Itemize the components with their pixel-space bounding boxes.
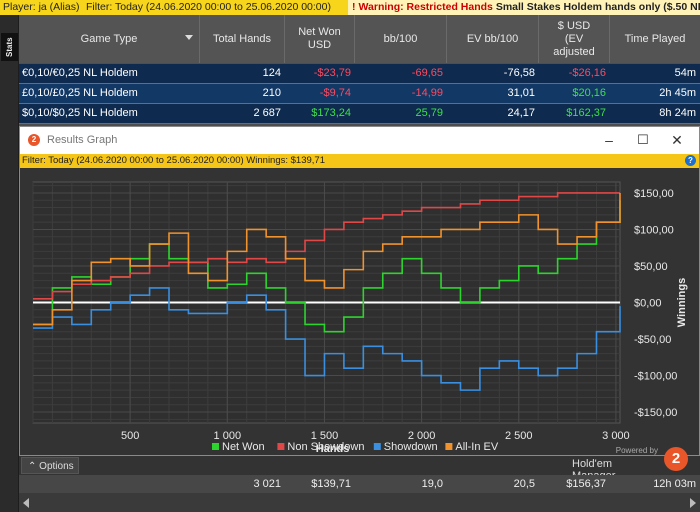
scroll-left-icon[interactable]	[23, 498, 29, 508]
powered-by-label: Powered by	[615, 446, 658, 455]
summary-total-hands: 3 021	[253, 478, 281, 490]
chevron-down-icon[interactable]	[185, 35, 193, 40]
cell-net-won: $173,24	[311, 107, 351, 119]
window-title: Results Graph	[47, 134, 118, 146]
app-root: Player: ja (Alias) Filter: Today (24.06.…	[0, 0, 700, 512]
cell-total-hands: 210	[262, 87, 281, 99]
table-row[interactable]: £0,10/£0,25 NL Holdem 210 -$9,74 -14,99 …	[19, 84, 700, 104]
x-tick-label: 3 000	[602, 430, 630, 442]
summary-usd-ev: $156,37	[566, 478, 606, 490]
maximize-icon[interactable]: ☐	[634, 131, 652, 149]
filter-label[interactable]: Filter: Today (24.06.2020 00:00 to 25.06…	[86, 0, 331, 15]
cell-ev-bb100: 31,01	[507, 87, 535, 99]
chevron-up-icon: ⌃	[28, 461, 37, 472]
close-icon[interactable]: ✕	[668, 131, 686, 149]
col-header-label: Game Type	[80, 32, 138, 45]
legend-label: Showdown	[384, 441, 438, 453]
branding: Powered by Hold'em Manager 2	[572, 442, 692, 482]
col-header-game-type[interactable]: Game Type	[19, 15, 200, 63]
help-icon[interactable]: ?	[685, 155, 696, 166]
cell-usd-ev: $20,16	[572, 87, 606, 99]
options-label: Options	[39, 461, 74, 472]
player-label[interactable]: Player: ja (Alias)	[3, 0, 79, 15]
summary-net-won: $139,71	[311, 478, 351, 490]
y-tick-label: -$100,00	[634, 371, 677, 383]
warning-icon: !	[352, 1, 356, 13]
col-header-label: EV bb/100	[466, 32, 519, 45]
col-header-label: Net Won USD	[298, 26, 341, 51]
y-tick-label: -$50,00	[634, 334, 671, 346]
y-tick-label: $150,00	[634, 188, 674, 200]
legend-swatch	[373, 443, 381, 450]
cell-net-won: -$23,79	[313, 67, 351, 79]
col-header-label: $ USD (EV adjusted	[553, 19, 595, 58]
summary-ev-bb100: 20,5	[513, 478, 535, 490]
filter-bar[interactable]: Player: ja (Alias) Filter: Today (24.06.…	[0, 0, 700, 15]
cell-time-played: 8h 24m	[659, 107, 696, 119]
col-header-net-won[interactable]: Net Won USD	[285, 15, 355, 63]
scroll-right-icon[interactable]	[690, 498, 696, 508]
graph-body: 500 1 000 1 500 2 000 2 500 3 000 $150,00 $100,…	[20, 168, 699, 455]
y-tick-label: $0,00	[634, 298, 662, 310]
warning-detail: Small Stakes Holdem hands only ($.50 NL,…	[495, 1, 700, 13]
cell-time-played: 2h 45m	[659, 87, 696, 99]
summary-row: 3 021 $139,71 19,0 20,5 $156,37 12h 03m	[19, 475, 700, 493]
col-header-bb100[interactable]: bb/100	[355, 15, 447, 63]
y-tick-label: $100,00	[634, 224, 674, 236]
cell-total-hands: 2 687	[253, 107, 281, 119]
minimize-icon[interactable]: –	[600, 131, 618, 149]
summary-time-played: 12h 03m	[653, 478, 696, 490]
cell-net-won: -$9,74	[319, 87, 351, 99]
options-button[interactable]: ⌃ Options	[21, 457, 79, 474]
window-titlebar[interactable]: 2 Results Graph – ☐ ✕	[20, 127, 699, 154]
col-header-total-hands[interactable]: Total Hands	[200, 15, 285, 63]
table-row[interactable]: €0,10/€0,25 NL Holdem 124 -$23,79 -69,65…	[19, 64, 700, 84]
hm-logo-icon: 2	[664, 447, 688, 471]
col-header-label: Total Hands	[212, 32, 272, 45]
table-row[interactable]: $0,10/$0,25 NL Holdem 2 687 $173,24 25,7…	[19, 104, 700, 124]
col-header-time-played[interactable]: Time Played	[610, 15, 700, 63]
app-logo-icon: 2	[28, 134, 40, 146]
legend-swatch	[212, 443, 219, 450]
legend-label: Non Showdown	[287, 441, 364, 453]
restricted-warning: ! Warning: Restricted Hands Small Stakes …	[348, 0, 700, 15]
results-chart: 500 1 000 1 500 2 000 2 500 3 000$150,00$100,…	[32, 181, 688, 455]
side-panel: Stats	[0, 15, 19, 512]
cell-game-type: £0,10/£0,25 NL Holdem	[22, 87, 138, 99]
x-tick-label: 2 500	[505, 430, 533, 442]
graph-filter-bar[interactable]: Filter: Today (24.06.2020 00:00 to 25.06…	[20, 154, 699, 168]
cell-ev-bb100: -76,58	[503, 67, 535, 79]
x-tick-label: 500	[121, 430, 139, 442]
cell-bb100: 25,79	[415, 107, 443, 119]
cell-game-type: $0,10/$0,25 NL Holdem	[22, 107, 138, 119]
col-header-label: bb/100	[383, 32, 418, 45]
cell-ev-bb100: 24,17	[507, 107, 535, 119]
col-header-label: Time Played	[624, 32, 686, 45]
col-header-usd-ev[interactable]: $ USD (EV adjusted	[539, 15, 610, 63]
cell-time-played: 54m	[674, 67, 696, 79]
cell-bb100: -69,65	[411, 67, 443, 79]
legend-swatch	[445, 443, 453, 450]
legend-swatch	[277, 443, 285, 450]
summary-bb100: 19,0	[421, 478, 443, 490]
cell-usd-ev: $162,37	[566, 107, 606, 119]
legend-label: All-In EV	[455, 441, 498, 453]
cell-bb100: -14,99	[411, 87, 443, 99]
stats-table: Game Type Total Hands Net Won USD bb/100…	[19, 15, 700, 126]
stats-tab[interactable]: Stats	[1, 33, 18, 61]
col-header-ev-bb100[interactable]: EV bb/100	[447, 15, 539, 63]
graph-filter-label: Filter: Today (24.06.2020 00:00 to 25.06…	[22, 155, 325, 166]
cell-game-type: €0,10/€0,25 NL Holdem	[22, 67, 138, 79]
y-tick-label: -$150,00	[634, 407, 677, 419]
legend-label: Net Won	[222, 441, 265, 453]
cell-total-hands: 124	[262, 67, 281, 79]
table-header: Game Type Total Hands Net Won USD bb/100…	[19, 15, 700, 63]
options-bar: ⌃ Options Powered by Hold'em Manager 2	[19, 446, 700, 482]
y-axis-label: Winnings	[676, 278, 688, 327]
horizontal-scrollbar[interactable]	[19, 493, 700, 512]
cell-usd-ev: -$26,16	[568, 67, 606, 79]
warning-label: Warning: Restricted Hands	[358, 1, 493, 13]
results-graph-window: 2 Results Graph – ☐ ✕ Filter: Today (24.…	[19, 126, 700, 456]
y-tick-label: $50,00	[634, 261, 668, 273]
